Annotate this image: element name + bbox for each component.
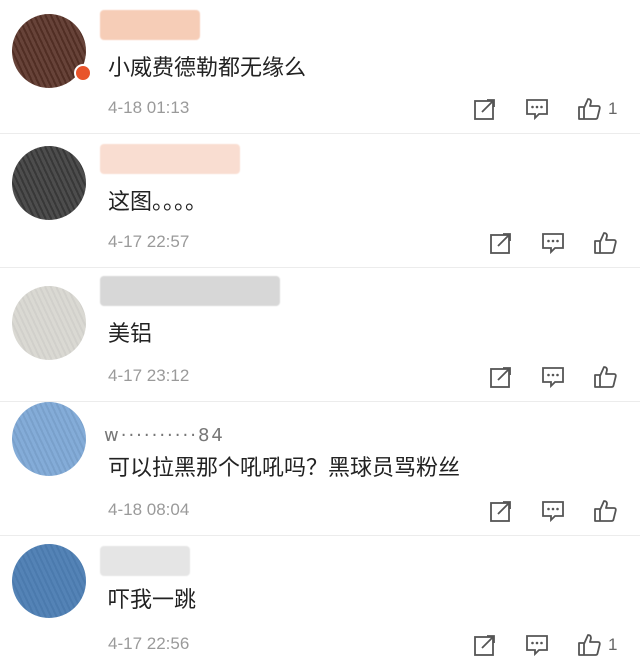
thumbs-up-icon[interactable] bbox=[592, 230, 618, 256]
comment-text: 小威费德勒都无缘么 bbox=[108, 56, 307, 81]
share-icon[interactable] bbox=[472, 632, 498, 658]
username-redacted[interactable] bbox=[100, 10, 200, 40]
avatar[interactable] bbox=[12, 286, 86, 360]
avatar[interactable] bbox=[12, 544, 86, 618]
comment-item: 吓我一跳 4-17 22:56 1 bbox=[0, 536, 640, 670]
comment-text: 美铝 bbox=[108, 322, 153, 347]
comment-text: 这图。。。。 bbox=[108, 190, 208, 215]
comment-item: w··········84 可以拉黑那个吼吼吗？黑球员骂粉丝 4-18 08:0… bbox=[0, 402, 640, 536]
comment-list: 小威费德勒都无缘么 4-18 01:13 1 这图。。。。 4-17 22:57 bbox=[0, 0, 640, 667]
comment-icon[interactable] bbox=[524, 96, 550, 122]
comment-item: 美铝 4-17 23:12 bbox=[0, 268, 640, 402]
thumbs-up-icon[interactable] bbox=[592, 364, 618, 390]
comment-icon[interactable] bbox=[540, 364, 566, 390]
username[interactable]: w··········84 bbox=[104, 422, 225, 450]
comment-time: 4-18 08:04 bbox=[108, 500, 190, 519]
avatar[interactable] bbox=[12, 146, 86, 220]
comment-icon[interactable] bbox=[540, 230, 566, 256]
comment-time: 4-17 22:56 bbox=[108, 634, 190, 653]
comment-item: 这图。。。。 4-17 22:57 bbox=[0, 134, 640, 268]
username-redacted[interactable] bbox=[100, 546, 190, 576]
comment-time: 4-17 22:57 bbox=[108, 232, 190, 251]
share-icon[interactable] bbox=[488, 230, 514, 256]
comment-time: 4-17 23:12 bbox=[108, 366, 190, 385]
share-icon[interactable] bbox=[472, 96, 498, 122]
thumbs-up-icon[interactable] bbox=[592, 498, 618, 524]
like-count: 1 bbox=[608, 635, 618, 654]
share-icon[interactable] bbox=[488, 364, 514, 390]
comment-text: 吓我一跳 bbox=[108, 588, 197, 613]
thumbs-up-icon[interactable] bbox=[576, 632, 602, 658]
comment-text: 可以拉黑那个吼吼吗？黑球员骂粉丝 bbox=[108, 456, 461, 481]
comment-time: 4-18 01:13 bbox=[108, 98, 190, 117]
comment-item: 小威费德勒都无缘么 4-18 01:13 1 bbox=[0, 0, 640, 134]
username-redacted[interactable] bbox=[100, 276, 280, 306]
comment-icon[interactable] bbox=[524, 632, 550, 658]
avatar[interactable] bbox=[12, 402, 86, 476]
verified-badge-icon bbox=[74, 64, 92, 82]
username-redacted[interactable] bbox=[100, 144, 240, 174]
like-count: 1 bbox=[608, 99, 618, 118]
comment-icon[interactable] bbox=[540, 498, 566, 524]
share-icon[interactable] bbox=[488, 498, 514, 524]
thumbs-up-icon[interactable] bbox=[576, 96, 602, 122]
